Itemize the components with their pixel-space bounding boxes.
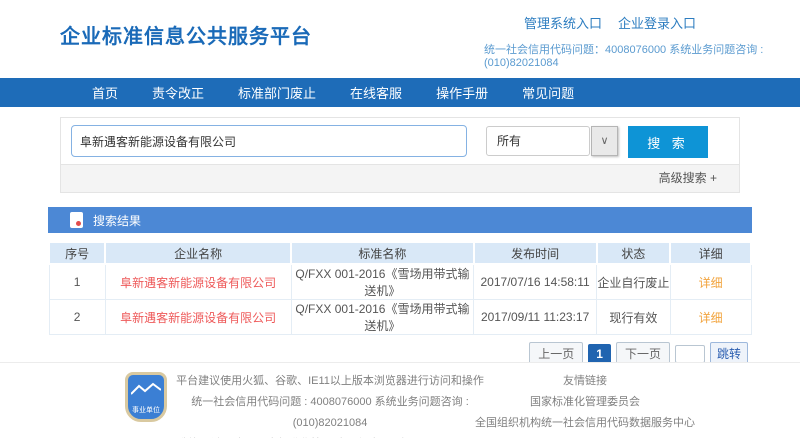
published-time: 2017/09/11 11:23:17 — [474, 300, 597, 335]
footer-line-browser: 平台建议使用火狐、谷歌、IE11以上版本浏览器进行访问和操作 — [165, 371, 495, 392]
row-no: 1 — [49, 264, 105, 300]
detail-link[interactable]: 详细 — [699, 276, 723, 290]
row-no: 2 — [49, 300, 105, 335]
search-input[interactable] — [71, 125, 467, 157]
detail-link[interactable]: 详细 — [699, 311, 723, 325]
col-header-detail: 详细 — [670, 242, 751, 264]
filter-select[interactable]: 所有 — [486, 126, 590, 156]
page: 企业标准信息公共服务平台 管理系统入口 企业登录入口 统一社会信用代码问题：40… — [0, 0, 800, 438]
search-panel: 所有 ∨ 搜 索 — [60, 117, 740, 165]
search-button[interactable]: 搜 索 — [628, 126, 708, 158]
col-header-published: 发布时间 — [474, 242, 597, 264]
published-time: 2017/07/16 14:58:11 — [474, 264, 597, 300]
footer-link-sac[interactable]: 国家标准化管理委员会 — [470, 392, 700, 413]
nav-item-online-service[interactable]: 在线客服 — [333, 83, 419, 102]
nav-item-rectification[interactable]: 责令改正 — [135, 83, 221, 102]
footer-links-column: 友情链接 国家标准化管理委员会 全国组织机构统一社会信用代码数据服务中心 — [470, 371, 700, 434]
footer-link-code-center[interactable]: 全国组织机构统一社会信用代码数据服务中心 — [470, 413, 700, 434]
friend-links-title: 友情链接 — [470, 371, 700, 392]
hotline-info: 统一社会信用代码问题：4008076000 系统业务问题咨询 :(010)820… — [484, 41, 800, 69]
results-table: 序号 企业名称 标准名称 发布时间 状态 详细 1 阜新遇客新能源设备有限公司 … — [48, 241, 752, 335]
nav-item-faq[interactable]: 常见问题 — [505, 83, 591, 102]
badge-label: 事业单位 — [128, 405, 164, 415]
main-nav: 首页 责令改正 标准部门废止 在线客服 操作手册 常见问题 — [0, 78, 800, 107]
nav-item-dept-abolish[interactable]: 标准部门废止 — [221, 83, 333, 102]
company-link[interactable]: 阜新遇客新能源设备有限公司 — [120, 276, 276, 290]
page-title: 企业标准信息公共服务平台 — [60, 20, 312, 49]
standard-name: Q/FXX 001-2016《雪场用带式输送机》 — [291, 300, 474, 335]
document-icon — [70, 212, 83, 228]
footer-center-text: 平台建议使用火狐、谷歌、IE11以上版本浏览器进行访问和操作 统一社会信用代码问… — [165, 371, 495, 438]
results-header-bar: 搜索结果 — [48, 207, 752, 233]
table-row: 1 阜新遇客新能源设备有限公司 Q/FXX 001-2016《雪场用带式输送机》… — [49, 264, 751, 300]
nav-item-home[interactable]: 首页 — [75, 83, 135, 102]
footer-line-copyright: 版权所有 : 中国国家标准化管理委员会 京ICP备09001239号-5 — [165, 434, 495, 438]
advanced-search-link[interactable]: 高级搜索 + — [659, 165, 717, 191]
greatwall-icon — [131, 382, 161, 396]
footer: 事业单位 平台建议使用火狐、谷歌、IE11以上版本浏览器进行访问和操作 统一社会… — [0, 362, 800, 438]
footer-line-hotline: 统一社会信用代码问题 : 4008076000 系统业务问题咨询 :(010)8… — [165, 392, 495, 434]
standard-name: Q/FXX 001-2016《雪场用带式输送机》 — [291, 264, 474, 300]
col-header-status: 状态 — [597, 242, 671, 264]
col-header-no: 序号 — [49, 242, 105, 264]
col-header-company: 企业名称 — [105, 242, 291, 264]
enterprise-login-link[interactable]: 企业登录入口 — [618, 13, 696, 32]
results-title: 搜索结果 — [93, 212, 141, 229]
current-page-button[interactable]: 1 — [588, 344, 611, 364]
jump-page-input[interactable] — [675, 345, 705, 363]
table-header-row: 序号 企业名称 标准名称 发布时间 状态 详细 — [49, 242, 751, 264]
nav-item-manual[interactable]: 操作手册 — [419, 83, 505, 102]
public-institution-badge: 事业单位 — [125, 372, 167, 422]
company-link[interactable]: 阜新遇客新能源设备有限公司 — [120, 311, 276, 325]
table-row: 2 阜新遇客新能源设备有限公司 Q/FXX 001-2016《雪场用带式输送机》… — [49, 300, 751, 335]
results-section: 搜索结果 序号 企业名称 标准名称 发布时间 状态 详细 1 阜新遇客新能源设备… — [48, 207, 752, 365]
col-header-standard: 标准名称 — [291, 242, 474, 264]
chevron-down-icon[interactable]: ∨ — [591, 126, 618, 156]
header-links: 管理系统入口 企业登录入口 — [524, 13, 696, 32]
status-badge: 企业自行废止 — [597, 264, 671, 300]
admin-entry-link[interactable]: 管理系统入口 — [524, 13, 602, 32]
advanced-search-strip: 高级搜索 + — [60, 165, 740, 193]
status-badge: 现行有效 — [597, 300, 671, 335]
